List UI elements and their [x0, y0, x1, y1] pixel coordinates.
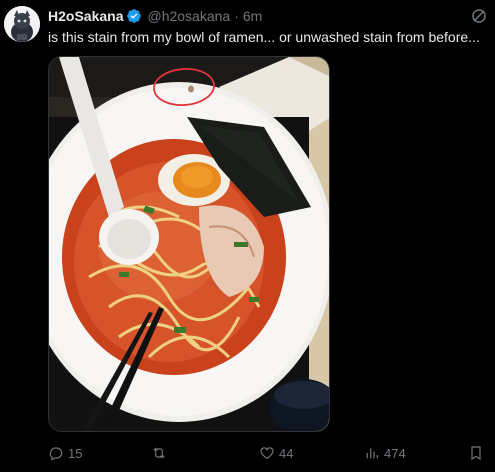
tweet-header: H2oSakana @h2osakana · 6m: [48, 7, 487, 25]
like-count: 44: [279, 445, 294, 461]
reply-icon: [49, 447, 63, 461]
avatar-image: [4, 6, 40, 42]
reply-button[interactable]: 15: [48, 444, 82, 462]
user-avatar[interactable]: [4, 6, 40, 42]
ramen-bowl-photo: [49, 57, 329, 431]
grok-icon[interactable]: [471, 8, 487, 24]
like-button[interactable]: 44: [259, 444, 293, 462]
bookmark-icon: [471, 446, 481, 461]
view-count: 474: [384, 445, 406, 461]
reply-count: 15: [68, 445, 83, 461]
user-handle[interactable]: @h2osakana: [147, 8, 230, 24]
separator-dot: ·: [234, 8, 239, 24]
timestamp[interactable]: 6m: [243, 8, 262, 24]
tweet-media-photo[interactable]: [48, 56, 330, 432]
verified-badge-icon: [126, 8, 142, 24]
views-chart-icon: [366, 448, 378, 459]
display-name[interactable]: H2oSakana: [48, 8, 123, 24]
bookmark-button[interactable]: [468, 444, 484, 462]
tweet-text: is this stain from my bowl of ramen... o…: [48, 29, 480, 45]
tweet: H2oSakana @h2osakana · 6m is this stain …: [0, 0, 495, 472]
views-button[interactable]: 474: [364, 444, 406, 462]
retweet-icon: [153, 447, 165, 459]
retweet-button[interactable]: [151, 444, 171, 462]
tweet-actions: 15 44 474: [48, 444, 489, 462]
heart-icon: [260, 447, 274, 460]
